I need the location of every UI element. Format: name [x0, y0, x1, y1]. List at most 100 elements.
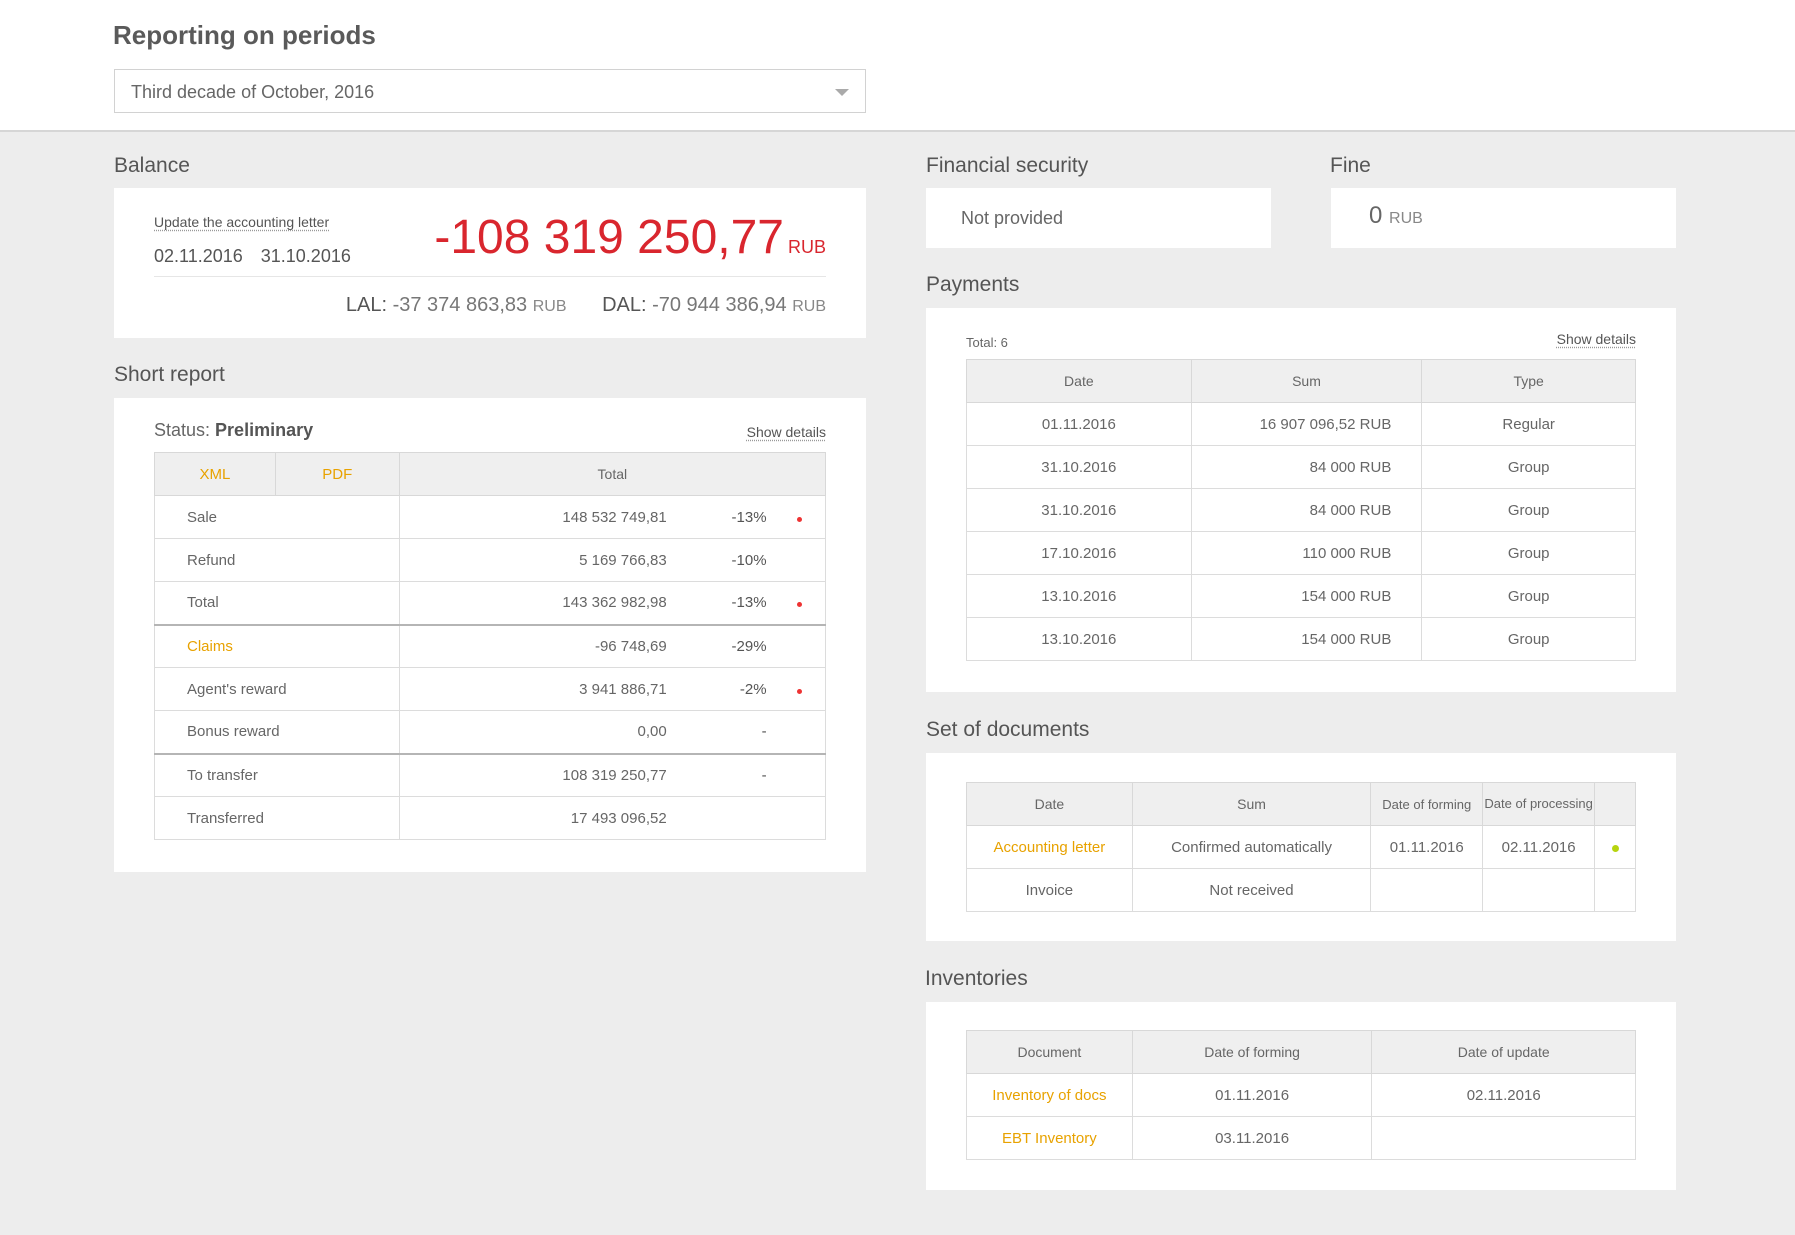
inventory-of-docs-link[interactable]: Inventory of docs [966, 1073, 1133, 1117]
row-label-refund: Refund [154, 538, 400, 582]
col-date-of-processing: Date of processing [1482, 782, 1596, 826]
table-row: Total 143 362 982,98 -13% [154, 581, 826, 625]
report-status: Status: Preliminary [154, 420, 313, 441]
short-report-table: XML PDF Total Sale 148 532 749,81 -13% R… [154, 452, 827, 840]
fine-amount: 0 [1369, 202, 1383, 229]
row-value: 0,00 [398, 710, 685, 754]
col-date-of-update: Date of update [1371, 1030, 1636, 1074]
document-processing-date [1482, 868, 1596, 912]
row-value: 3 941 886,71 [398, 667, 685, 711]
pdf-download-link[interactable]: PDF [274, 452, 400, 496]
col-type: Type [1421, 359, 1636, 403]
accounting-letter-link[interactable]: Accounting letter [966, 825, 1133, 869]
document-status [1594, 825, 1636, 869]
document-status [1594, 868, 1636, 912]
row-percent: - [684, 752, 775, 797]
col-document: Document [966, 1030, 1133, 1074]
row-value: 17 493 096,52 [398, 796, 685, 840]
payment-sum: 110 000 RUB [1190, 531, 1423, 575]
lal-value: -37 374 863,83 [392, 294, 528, 316]
red-dot-icon [797, 602, 803, 608]
dal-currency: RUB [792, 298, 826, 315]
update-accounting-letter-link[interactable]: Update the accounting letter [154, 214, 329, 230]
document-sum: Confirmed automatically [1131, 825, 1372, 869]
table-row: EBT Inventory 03.11.2016 [966, 1116, 1636, 1160]
table-row: Refund 5 169 766,83 -10% [154, 538, 826, 582]
inventory-update-date [1371, 1116, 1636, 1160]
red-dot-icon [797, 516, 803, 522]
payments-card: Total: 6 Show details Date Sum Type 01.1… [926, 308, 1676, 692]
divider [154, 276, 826, 277]
row-percent: -29% [684, 623, 775, 668]
row-indicator [774, 752, 826, 797]
row-indicator [774, 623, 826, 668]
table-row: Sale 148 532 749,81 -13% [154, 495, 826, 539]
document-sum: Not received [1131, 868, 1372, 912]
fine-card: 0 RUB [1331, 188, 1676, 248]
inventories-card: Document Date of forming Date of update … [926, 1002, 1676, 1190]
table-row: Invoice Not received [966, 868, 1636, 912]
table-row: To transfer 108 319 250,77 - [154, 752, 826, 797]
period-select[interactable]: Third decade of October, 2016 [114, 69, 866, 113]
row-value: 108 319 250,77 [398, 752, 685, 797]
col-date-of-forming: Date of forming [1370, 782, 1484, 826]
table-row: Accounting letter Confirmed automaticall… [966, 825, 1636, 869]
payments-title: Payments [926, 273, 1020, 296]
payment-date: 01.11.2016 [966, 402, 1192, 446]
status-dot-icon [1611, 844, 1619, 852]
row-label-agents-reward: Agent's reward [154, 667, 400, 711]
ebt-inventory-link[interactable]: EBT Inventory [966, 1116, 1133, 1160]
red-dot-icon [797, 688, 803, 694]
row-label-to-transfer: To transfer [154, 752, 400, 797]
balance-currency: RUB [787, 237, 826, 257]
xml-download-link[interactable]: XML [154, 452, 276, 496]
short-report-title: Short report [114, 363, 225, 386]
top-bar: Reporting on periods Third decade of Oct… [0, 0, 1795, 132]
payment-sum: 154 000 RUB [1190, 574, 1423, 618]
balance-date-2: 31.10.2016 [260, 246, 351, 266]
table-row: 13.10.2016 154 000 RUB Group [966, 574, 1636, 618]
lal-label: LAL: [345, 294, 388, 316]
claims-link[interactable]: Claims [154, 623, 400, 668]
document-forming-date [1370, 868, 1484, 912]
row-label-sale: Sale [154, 495, 400, 539]
table-row: 31.10.2016 84 000 RUB Group [966, 488, 1636, 532]
balance-amount: -108 319 250,77 RUB [434, 210, 826, 265]
row-percent: - [684, 710, 775, 754]
document-processing-date: 02.11.2016 [1482, 825, 1596, 869]
documents-title: Set of documents [926, 718, 1090, 741]
table-row: 31.10.2016 84 000 RUB Group [966, 445, 1636, 489]
col-date: Date [966, 782, 1133, 826]
col-total: Total [398, 452, 827, 496]
lal-currency: RUB [532, 298, 567, 315]
row-label-transferred: Transferred [154, 796, 400, 840]
short-report-show-details-link[interactable]: Show details [747, 424, 826, 440]
inventories-title: Inventories [925, 967, 1028, 990]
document-forming-date: 01.11.2016 [1370, 825, 1484, 869]
payments-show-details-link[interactable]: Show details [1557, 331, 1636, 347]
financial-security-card: Not provided [926, 188, 1271, 248]
row-label-bonus-reward: Bonus reward [154, 710, 400, 754]
status-label: Status: [154, 420, 211, 440]
payment-type: Regular [1421, 402, 1636, 446]
documents-table: Date Sum Date of forming Date of process… [966, 782, 1636, 912]
payment-date: 13.10.2016 [966, 617, 1192, 661]
row-label-total: Total [154, 581, 400, 625]
row-indicator [774, 495, 826, 539]
financial-security-value: Not provided [961, 208, 1064, 228]
page-title: Reporting on periods [113, 20, 376, 50]
inventory-update-date: 02.11.2016 [1371, 1073, 1636, 1117]
row-value: 5 169 766,83 [398, 538, 685, 582]
balance-card: Update the accounting letter 02.11.2016 3… [114, 188, 866, 338]
row-indicator [774, 581, 826, 625]
document-name: Invoice [966, 868, 1133, 912]
payments-table: Date Sum Type 01.11.2016 16 907 096,52 RU… [966, 359, 1636, 661]
fine-title: Fine [1330, 154, 1371, 177]
balance-title: Balance [114, 154, 190, 177]
col-sum: Sum [1190, 359, 1423, 403]
row-indicator [774, 667, 826, 711]
balance-amount-value: -108 319 250,77 [434, 211, 784, 264]
balance-date-1: 02.11.2016 [154, 246, 243, 266]
row-indicator [774, 538, 826, 582]
row-value: -96 748,69 [398, 623, 685, 668]
